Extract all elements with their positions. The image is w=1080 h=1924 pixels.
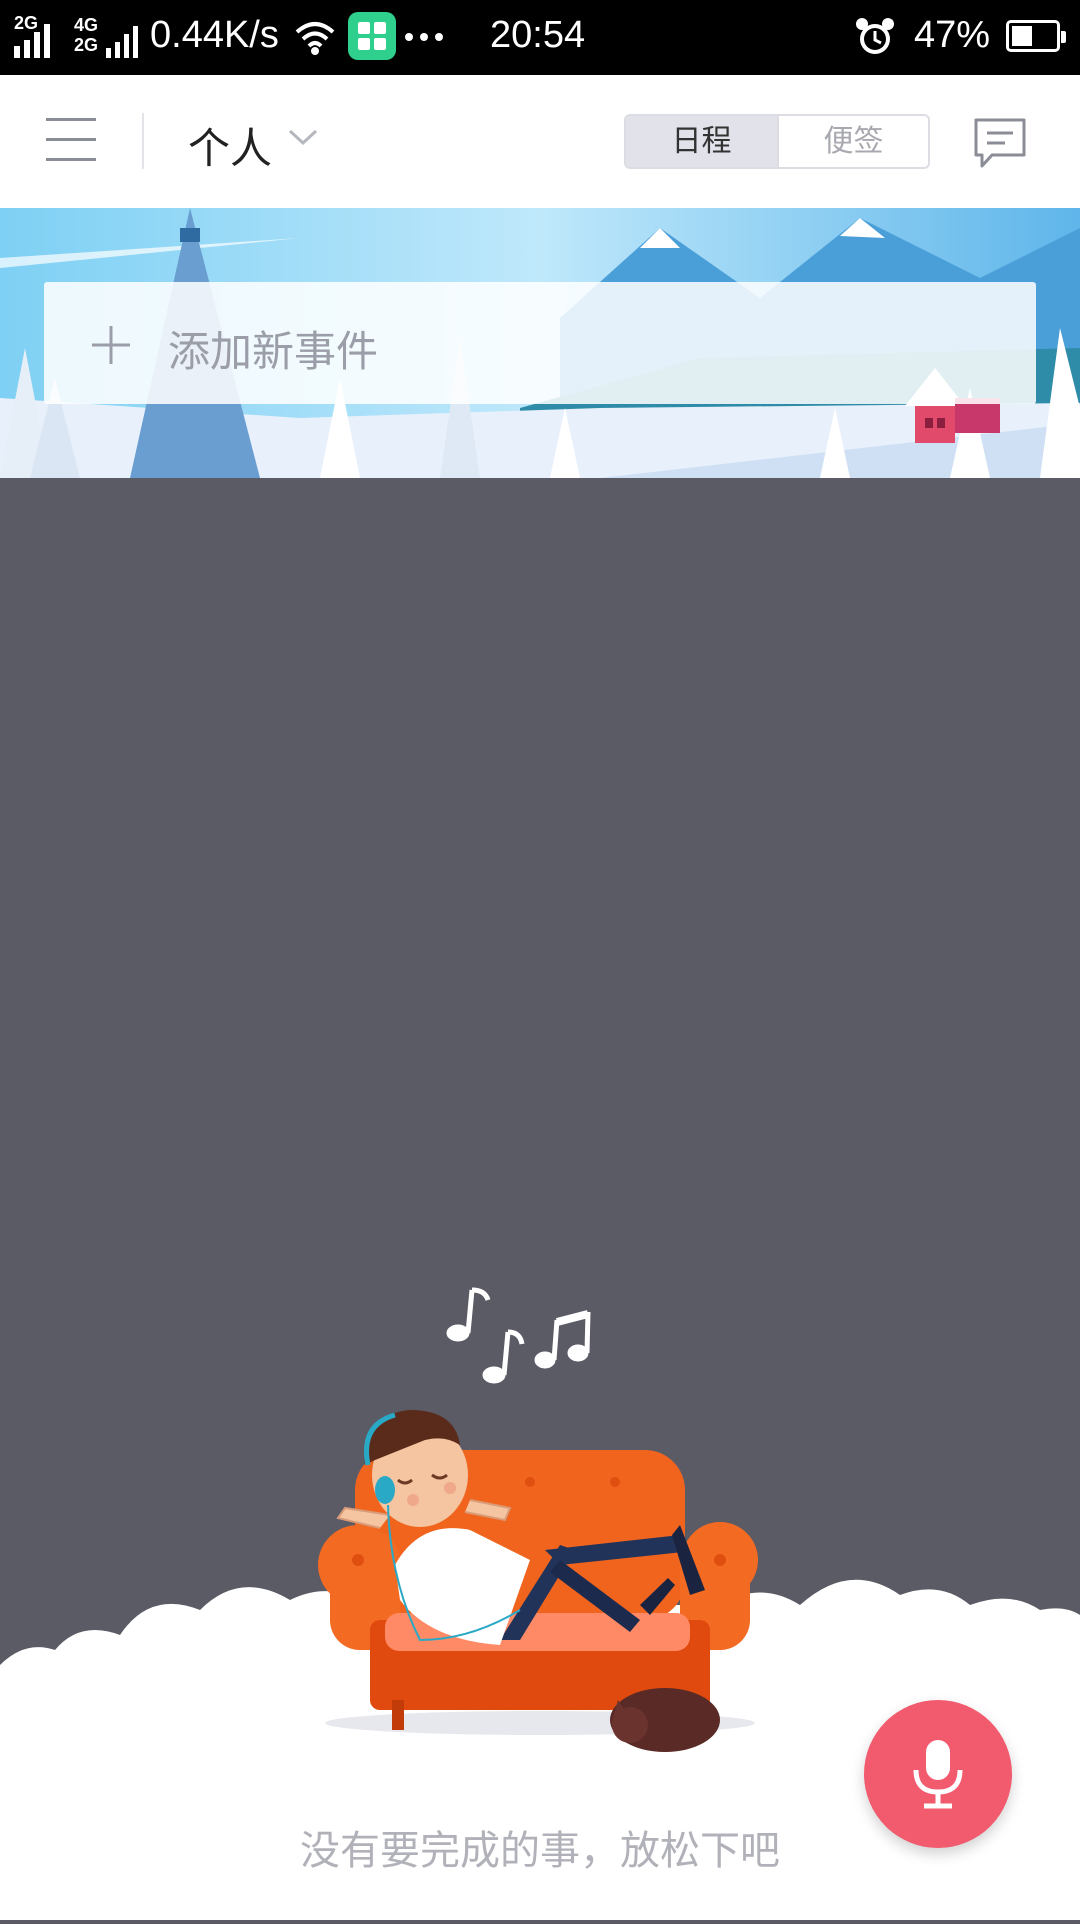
more-dots-icon [405, 33, 443, 41]
battery-icon [1006, 20, 1066, 52]
message-icon[interactable] [972, 117, 1028, 169]
network-type-label: 2G [14, 13, 39, 33]
app-header: 个人 日程 便签 [0, 75, 1080, 209]
alarm-icon [856, 18, 894, 54]
microphone-icon [913, 1740, 963, 1809]
wifi-icon [295, 22, 335, 55]
app-notification-icon [348, 12, 396, 60]
network2-type-top: 4G [74, 15, 99, 35]
battery-percent: 47% [914, 14, 991, 56]
battery-level [1012, 26, 1032, 46]
menu-icon[interactable] [46, 118, 96, 162]
network-speed: 0.44K/s [150, 14, 279, 56]
add-event-placeholder[interactable]: 添加新事件 [168, 318, 378, 379]
chevron-down-icon[interactable] [288, 127, 318, 147]
voice-input-button[interactable] [864, 1700, 1012, 1848]
view-segmented-control: 日程 便签 [624, 114, 930, 169]
plus-icon[interactable] [90, 324, 132, 366]
tab-notes[interactable]: 便签 [777, 116, 928, 167]
status-bar: 2G 4G 2G 0.44K/s 20:54 47% [0, 0, 1080, 75]
tab-schedule[interactable]: 日程 [626, 116, 777, 167]
network2-type-bottom: 2G [74, 35, 99, 55]
header-divider [142, 113, 144, 169]
account-selector-title[interactable]: 个人 [188, 115, 272, 176]
clock: 20:54 [490, 14, 586, 56]
